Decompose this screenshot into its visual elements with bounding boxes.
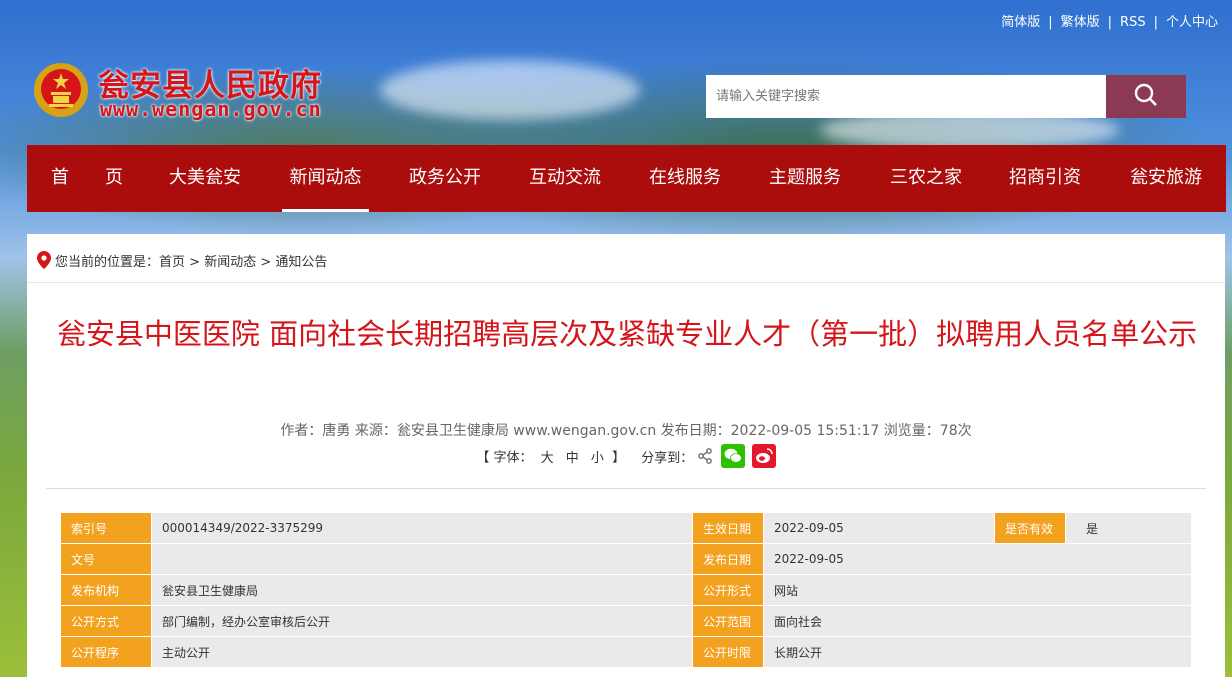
- site-url[interactable]: www.wengan.gov.cn: [100, 97, 322, 121]
- nav-item-online-service[interactable]: 在线服务: [635, 145, 735, 212]
- value-is-valid: 是: [1065, 512, 1192, 544]
- breadcrumb-home[interactable]: 首页: [159, 255, 185, 270]
- breadcrumb: 您当前的位置是：首页 > 新闻动态 > 通知公告: [37, 251, 327, 270]
- nav-item-news[interactable]: 新闻动态: [282, 145, 369, 212]
- link-traditional[interactable]: 繁体版: [1061, 15, 1100, 30]
- nav-item-beautiful-wengan[interactable]: 大美瓮安: [155, 145, 255, 212]
- breadcrumb-news[interactable]: 新闻动态: [204, 255, 256, 270]
- font-size-large[interactable]: 大: [541, 451, 554, 466]
- value-publish-method: 部门编制，经办公室审核后公开: [151, 605, 693, 637]
- article-title: 瓮安县中医医院 面向社会长期招聘高层次及紧缺专业人才（第一批）拟聘用人员名单公示: [56, 317, 1198, 351]
- share-label: 分享到：: [641, 450, 694, 466]
- label-doc-number: 文号: [60, 543, 152, 575]
- nav-item-agriculture[interactable]: 三农之家: [876, 145, 976, 212]
- value-publish-date: 2022-09-05: [763, 543, 1192, 575]
- table-row: 公开方式 部门编制，经办公室审核后公开 公开范围 面向社会: [60, 605, 1192, 637]
- link-personal-center[interactable]: 个人中心: [1166, 15, 1218, 30]
- label-is-valid: 是否有效: [994, 512, 1066, 544]
- value-doc-number: [151, 543, 693, 575]
- article-meta: 作者：唐勇 来源：瓮安县卫生健康局 www.wengan.gov.cn 发布日期…: [280, 423, 972, 439]
- location-pin-icon: [37, 251, 51, 269]
- nav-item-tourism[interactable]: 瓮安旅游: [1116, 145, 1216, 212]
- font-size-close: 】: [612, 450, 626, 466]
- national-emblem-icon: [34, 63, 88, 117]
- search-box: [706, 75, 1106, 118]
- font-size-label: 【 字体：: [476, 450, 533, 466]
- cloud-decoration: [380, 60, 640, 120]
- nav-item-home[interactable]: 首 页: [33, 145, 141, 212]
- nav-item-gov-affairs[interactable]: 政务公开: [395, 145, 495, 212]
- font-size-small[interactable]: 小: [591, 451, 604, 466]
- label-publish-period: 公开时限: [692, 636, 764, 668]
- nav-item-investment[interactable]: 招商引资: [995, 145, 1095, 212]
- info-table: 索引号 000014349/2022-3375299 生效日期 2022-09-…: [60, 512, 1192, 668]
- top-links: 简体版 | 繁体版 | RSS | 个人中心: [1001, 15, 1218, 30]
- table-row: 公开程序 主动公开 公开时限 长期公开: [60, 636, 1192, 668]
- weibo-icon[interactable]: [751, 444, 776, 468]
- nav-item-topic-service[interactable]: 主题服务: [755, 145, 855, 212]
- search-input[interactable]: [706, 75, 1106, 118]
- share-icon[interactable]: [697, 448, 713, 464]
- link-rss[interactable]: RSS: [1120, 15, 1146, 30]
- value-effective-date: 2022-09-05: [763, 512, 995, 544]
- table-row: 文号 发布日期 2022-09-05: [60, 543, 1192, 575]
- breadcrumb-notice[interactable]: 通知公告: [275, 255, 327, 270]
- divider: [27, 282, 1225, 283]
- value-publish-procedure: 主动公开: [151, 636, 693, 668]
- main-nav: 首 页 大美瓮安 新闻动态 政务公开 互动交流 在线服务 主题服务 三农之家 招…: [27, 145, 1226, 212]
- value-publish-form: 网站: [763, 574, 1192, 606]
- label-publish-form: 公开形式: [692, 574, 764, 606]
- value-publish-period: 长期公开: [763, 636, 1192, 668]
- label-effective-date: 生效日期: [692, 512, 764, 544]
- value-index: 000014349/2022-3375299: [151, 512, 693, 544]
- link-simplified[interactable]: 简体版: [1001, 15, 1040, 30]
- nav-item-interaction[interactable]: 互动交流: [515, 145, 615, 212]
- breadcrumb-prefix: 您当前的位置是：: [55, 255, 160, 270]
- breadcrumb-sep: >: [260, 255, 272, 270]
- search-icon: [1134, 83, 1157, 106]
- value-publisher: 瓮安县卫生健康局: [151, 574, 693, 606]
- table-row: 索引号 000014349/2022-3375299 生效日期 2022-09-…: [60, 512, 1192, 544]
- value-publish-scope: 面向社会: [763, 605, 1192, 637]
- content-panel: 您当前的位置是：首页 > 新闻动态 > 通知公告 瓮安县中医医院 面向社会长期招…: [27, 234, 1225, 677]
- wechat-icon[interactable]: [720, 444, 745, 468]
- label-index: 索引号: [60, 512, 152, 544]
- breadcrumb-sep: >: [189, 255, 201, 270]
- font-size-medium[interactable]: 中: [566, 451, 579, 466]
- table-row: 发布机构 瓮安县卫生健康局 公开形式 网站: [60, 574, 1192, 606]
- article-tools: 【 字体： 大 中 小 】 分享到：: [27, 444, 1225, 468]
- label-publish-scope: 公开范围: [692, 605, 764, 637]
- label-publish-method: 公开方式: [60, 605, 152, 637]
- divider: [46, 488, 1206, 489]
- search-button[interactable]: [1106, 75, 1186, 118]
- label-publisher: 发布机构: [60, 574, 152, 606]
- label-publish-date: 发布日期: [692, 543, 764, 575]
- label-publish-procedure: 公开程序: [60, 636, 152, 668]
